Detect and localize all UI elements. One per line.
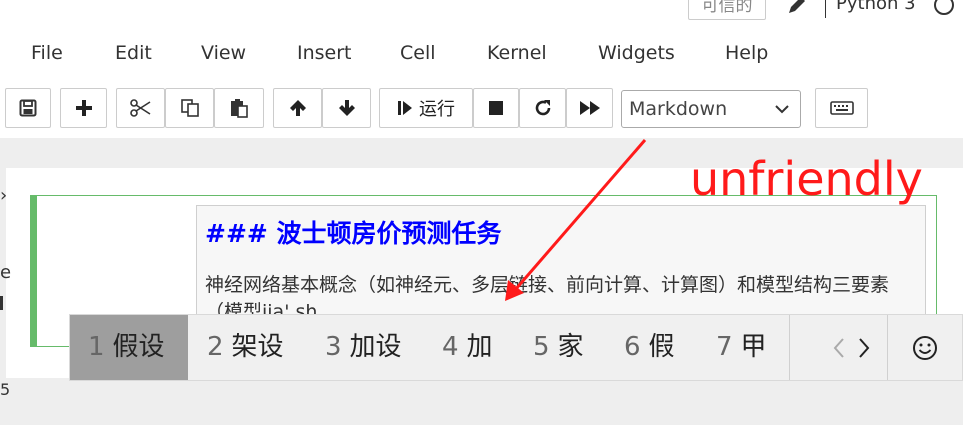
arrow-up-icon	[289, 100, 306, 116]
stop-icon	[489, 101, 503, 115]
menu-widgets[interactable]: Widgets	[598, 42, 675, 64]
paste-icon	[231, 99, 248, 118]
move-down-button[interactable]	[322, 88, 371, 128]
edge-glyph: e	[0, 262, 12, 283]
ime-candidate[interactable]: 2 架设	[207, 315, 284, 380]
header-strip: 可信的 Python 3	[0, 0, 963, 20]
smiley-icon	[913, 335, 937, 360]
ime-next-page[interactable]	[840, 315, 888, 380]
refresh-icon	[535, 100, 550, 116]
menu-kernel[interactable]: Kernel	[487, 42, 547, 64]
cell-type-select[interactable]: Markdown	[621, 90, 801, 128]
plus-icon	[75, 100, 92, 116]
interrupt-button[interactable]	[473, 88, 519, 128]
menu-file[interactable]: File	[31, 42, 63, 64]
menu-help[interactable]: Help	[725, 42, 768, 64]
paste-button[interactable]	[214, 88, 264, 128]
insert-cell-button[interactable]	[60, 88, 107, 128]
toolbar: 运行 Markdown	[0, 82, 963, 138]
menu-insert[interactable]: Insert	[297, 42, 352, 64]
save-icon	[19, 99, 37, 117]
ime-emoji-button[interactable]	[888, 315, 962, 380]
ime-candidate[interactable]: 3 加设	[325, 315, 402, 380]
cut-button[interactable]	[116, 88, 165, 128]
move-up-button[interactable]	[273, 88, 322, 128]
menu-bar: File Edit View Insert Cell Kernel Widget…	[0, 20, 963, 82]
arrow-down-icon	[338, 100, 355, 116]
edge-glyph: ›	[0, 185, 8, 206]
ime-candidate[interactable]: 4加	[442, 315, 493, 380]
fast-forward-icon	[579, 101, 600, 115]
run-label: 运行	[419, 99, 455, 120]
kernel-status-icon	[934, 0, 954, 15]
kernel-name: Python 3	[836, 0, 916, 14]
trusted-indicator[interactable]: 可信的	[688, 0, 766, 20]
ime-candidate[interactable]: 7甲	[716, 315, 767, 380]
save-button[interactable]	[5, 88, 51, 128]
edge-mark	[0, 296, 3, 310]
chevron-right-icon	[859, 337, 870, 358]
restart-button[interactable]	[519, 88, 566, 128]
copy-button[interactable]	[165, 88, 214, 128]
run-button[interactable]: 运行	[379, 88, 473, 128]
keyboard-icon	[829, 101, 854, 115]
scissors-icon	[129, 99, 150, 117]
cell-type-value: Markdown	[629, 98, 728, 120]
ime-candidate[interactable]: 6假	[624, 315, 675, 380]
kernel-divider	[825, 0, 826, 18]
edge-glyph: 5	[0, 380, 11, 399]
cell-selection-bar	[30, 195, 37, 347]
chevron-down-icon	[775, 105, 789, 114]
annotation-text: unfriendly	[690, 152, 923, 206]
menu-view[interactable]: View	[201, 42, 246, 64]
pencil-icon[interactable]	[786, 0, 808, 16]
run-all-button[interactable]	[566, 88, 613, 128]
ime-candidate-bar: 1 假设 2 架设 3 加设 4加 5家 6假 7甲	[69, 314, 963, 381]
ime-candidate[interactable]: 5家	[533, 315, 584, 380]
step-forward-icon	[398, 101, 412, 115]
menu-cell[interactable]: Cell	[400, 42, 436, 64]
markdown-heading: ### 波士顿房价预测任务	[205, 219, 502, 248]
copy-icon	[180, 99, 199, 117]
ime-candidate[interactable]: 1 假设	[70, 315, 188, 380]
command-palette-button[interactable]	[815, 88, 868, 128]
menu-edit[interactable]: Edit	[115, 42, 152, 64]
